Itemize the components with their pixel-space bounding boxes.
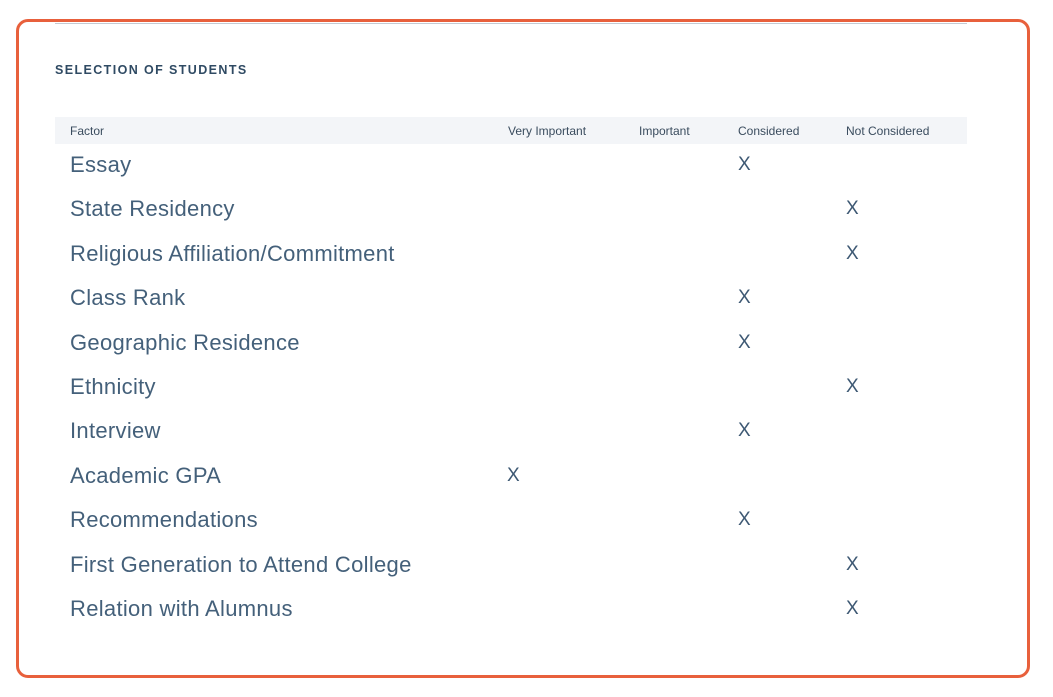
table-row: Essay X — [55, 146, 967, 190]
table-row: Academic GPA X — [55, 457, 967, 501]
mark-very-important: X — [507, 464, 520, 486]
table-row: Ethnicity X — [55, 368, 967, 412]
table-row: Religious Affiliation/Commitment X — [55, 235, 967, 279]
divider — [55, 23, 967, 24]
table-row: State Residency X — [55, 190, 967, 234]
factor-label: Academic GPA — [70, 462, 222, 488]
table-row: First Generation to Attend College X — [55, 546, 967, 590]
factor-label: Recommendations — [70, 507, 258, 533]
table-header: Factor Very Important Important Consider… — [55, 117, 967, 144]
section-title: SELECTION OF STUDENTS — [55, 63, 248, 77]
factor-label: Ethnicity — [70, 374, 156, 399]
header-factor: Factor — [70, 124, 105, 138]
mark-considered: X — [738, 420, 751, 442]
mark-considered: X — [738, 154, 751, 175]
header-considered: Considered — [738, 124, 800, 138]
mark-not-considered: X — [846, 376, 859, 397]
table-row: Interview X — [55, 412, 967, 456]
header-important: Important — [639, 124, 690, 138]
factor-label: Class Rank — [70, 285, 186, 311]
factor-label: First Generation to Attend College — [70, 551, 412, 577]
table-row: Relation with Alumnus X — [55, 590, 967, 634]
factor-label: Religious Affiliation/Commitment — [70, 240, 395, 266]
mark-not-considered: X — [846, 553, 859, 575]
mark-not-considered: X — [846, 198, 859, 220]
table-row: Recommendations X — [55, 501, 967, 545]
factor-label: Essay — [70, 152, 132, 177]
table-row: Geographic Residence X — [55, 324, 967, 368]
mark-considered: X — [738, 509, 751, 531]
factor-label: Interview — [70, 418, 161, 444]
factor-label: Geographic Residence — [70, 329, 300, 355]
factor-label: State Residency — [70, 196, 235, 222]
mark-not-considered: X — [846, 598, 859, 619]
header-not-considered: Not Considered — [846, 124, 930, 138]
header-very-important: Very Important — [508, 124, 587, 138]
table-row: Class Rank X — [55, 279, 967, 323]
mark-considered: X — [738, 331, 751, 353]
mark-considered: X — [738, 287, 751, 309]
factor-label: Relation with Alumnus — [70, 596, 293, 621]
mark-not-considered: X — [846, 242, 859, 264]
